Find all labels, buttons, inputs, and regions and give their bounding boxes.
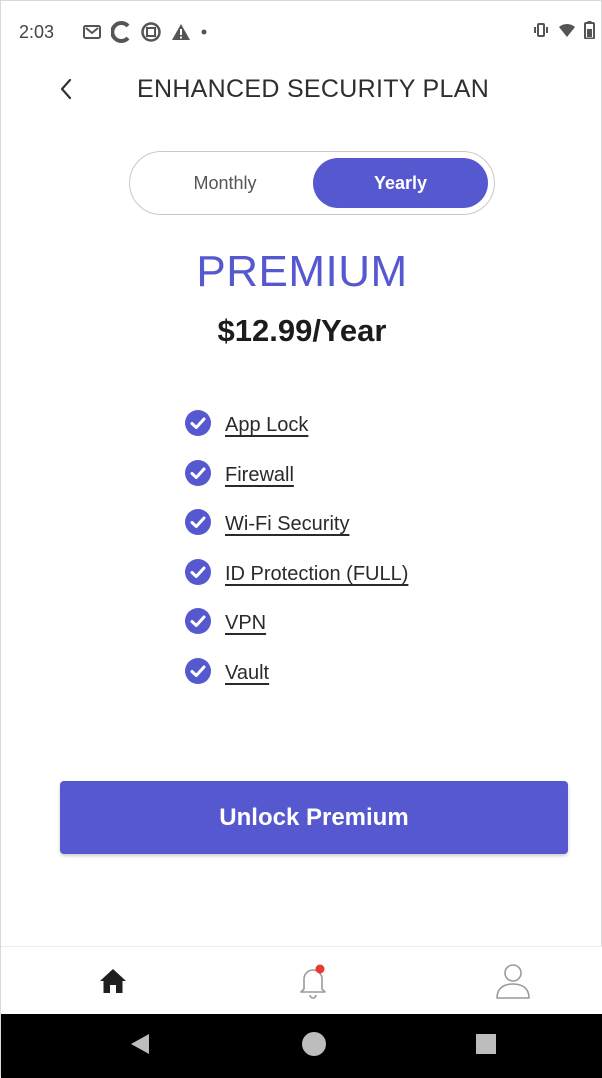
check-circle-icon [184,558,212,591]
bell-icon [296,961,330,1006]
check-circle-icon [184,409,212,442]
circle-home-icon [300,1030,328,1063]
square-recents-icon [475,1033,497,1060]
status-time: 2:03 [19,22,55,42]
status-system-icons [532,21,595,44]
feature-label[interactable]: Vault [225,662,269,685]
feature-item: Firewall [184,451,408,501]
check-circle-icon [184,657,212,690]
nav-home[interactable] [91,961,135,1005]
feature-label[interactable]: ID Protection (FULL) [225,563,408,586]
system-back-button[interactable] [125,1031,155,1061]
warning-icon [171,23,191,41]
notification-dot [315,964,325,973]
vibrate-icon [532,22,550,43]
plan-name: PREMIUM [196,247,408,296]
nav-notifications[interactable] [291,961,335,1005]
battery-icon [584,21,595,44]
gmail-icon [83,24,101,40]
back-button[interactable] [51,73,81,109]
billing-period-toggle: Monthly Yearly [129,151,495,215]
check-circle-icon [184,508,212,541]
check-circle-icon [184,459,212,492]
page-title: ENHANCED SECURITY PLAN [137,75,490,103]
toggle-yearly[interactable]: Yearly [313,158,488,208]
feature-item: Vault [184,649,408,699]
feature-item: App Lock [184,401,408,451]
toggle-monthly[interactable]: Monthly [160,152,290,214]
status-bar: 2:03 [1,1,602,63]
feature-label[interactable]: Wi-Fi Security [225,513,349,536]
header: ENHANCED SECURITY PLAN [1,63,602,119]
wifi-icon [558,22,576,43]
feature-item: Wi-Fi Security [184,500,408,550]
feature-list: App Lock Firewall Wi-Fi Security ID Prot… [184,401,408,698]
system-home-button[interactable] [299,1031,329,1061]
bottom-navigation [1,946,602,1015]
system-navigation-bar [1,1014,602,1078]
feature-label[interactable]: VPN [225,612,266,635]
feature-item: ID Protection (FULL) [184,550,408,600]
triangle-back-icon [129,1032,151,1061]
feature-item: VPN [184,599,408,649]
nav-profile[interactable] [491,961,535,1005]
status-notification-icons [83,21,207,43]
system-recents-button[interactable] [471,1031,501,1061]
dot-icon [201,29,207,35]
feature-label[interactable]: Firewall [225,464,294,487]
home-icon [98,967,128,1000]
c-app-icon [111,21,131,43]
chevron-left-icon [59,78,73,105]
app-screen: 2:03 ENHANCED SECURITY PLAN Monthly Year… [0,0,602,1078]
unlock-premium-button[interactable]: Unlock Premium [60,781,568,854]
check-circle-icon [184,607,212,640]
feature-label[interactable]: App Lock [225,414,308,437]
plan-price: $12.99/Year [217,313,387,348]
screenshot-icon [141,22,161,42]
profile-icon [495,962,531,1005]
